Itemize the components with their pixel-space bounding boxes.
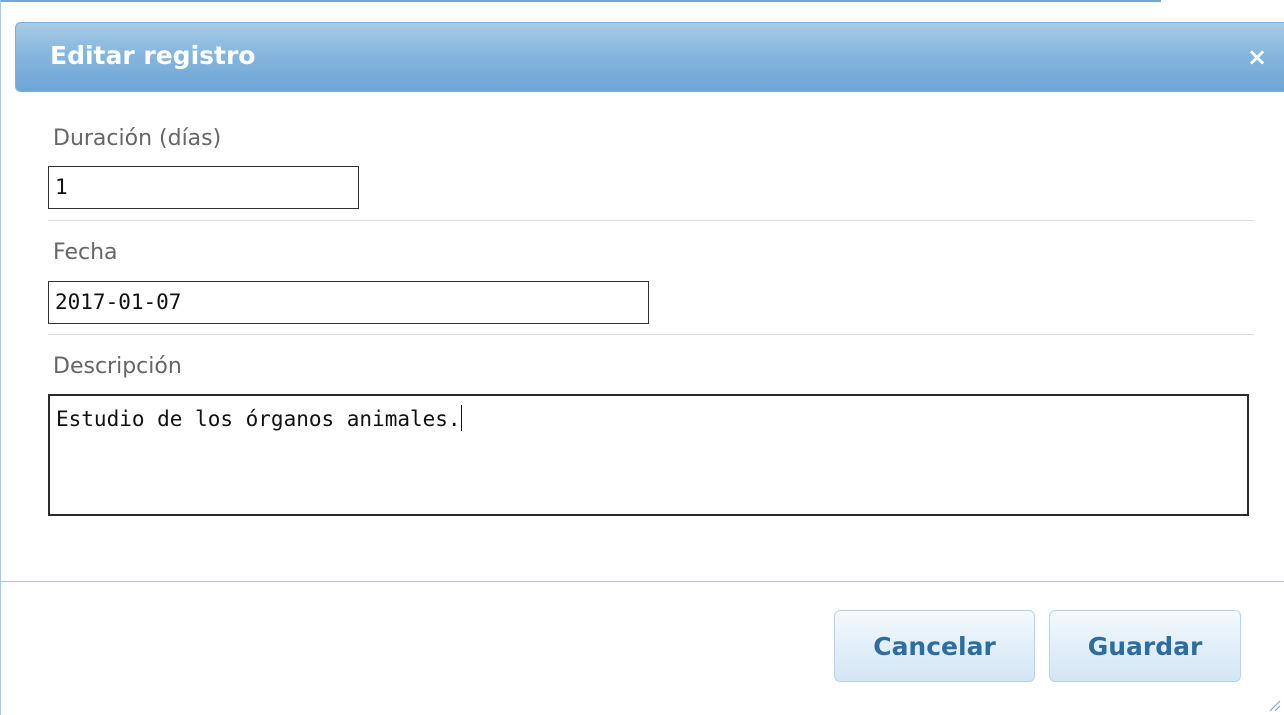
edit-record-dialog: Editar registro × Duración (días) 1 Fech… (0, 0, 1284, 715)
duration-label: Duración (días) (53, 126, 222, 151)
date-input[interactable]: 2017-01-07 (48, 281, 649, 324)
date-label: Fecha (53, 240, 118, 265)
dialog-title: Editar registro (50, 41, 256, 70)
resize-grip-icon[interactable] (1265, 696, 1281, 712)
duration-input[interactable]: 1 (48, 166, 359, 209)
save-button[interactable]: Guardar (1049, 610, 1241, 682)
field-separator (48, 220, 1254, 221)
close-icon[interactable]: × (1243, 43, 1271, 71)
description-text: Estudio de los órganos animales. (56, 407, 461, 431)
text-caret (460, 405, 462, 431)
description-textarea[interactable]: Estudio de los órganos animales. (48, 394, 1249, 516)
dialog-titlebar[interactable]: Editar registro × (15, 22, 1284, 92)
description-label: Descripción (53, 354, 182, 379)
footer-divider (1, 581, 1284, 582)
field-separator (48, 334, 1254, 335)
cancel-button[interactable]: Cancelar (834, 610, 1035, 682)
window-top-edge (1, 0, 1161, 8)
